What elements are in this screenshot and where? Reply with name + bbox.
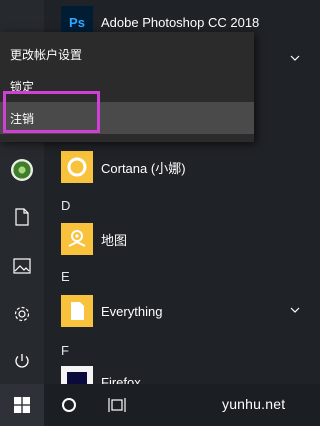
settings-button[interactable] [0,294,44,334]
task-view-button[interactable] [95,384,139,426]
app-firefox[interactable]: Firefox [44,362,320,384]
pictures-button[interactable] [0,246,44,286]
chevron-down-icon[interactable] [290,305,300,315]
avatar [11,159,33,181]
app-name: Firefox [101,375,141,384]
power-icon [15,354,29,368]
everything-tile [61,295,93,327]
section-letter-d[interactable]: D [61,198,70,213]
start-button[interactable] [0,384,44,426]
documents-button[interactable] [0,197,44,237]
cortana-tile [61,151,93,183]
watermark-text: yunhu.net [222,396,286,412]
picture-icon [13,258,31,274]
app-name: Adobe Photoshop CC 2018 [101,14,260,30]
photoshop-tile-text: Ps [69,14,85,30]
task-view-icon [108,398,126,412]
firefox-icon [67,372,87,384]
power-button[interactable] [0,341,44,381]
app-name: 地图 [101,232,128,248]
app-cortana[interactable]: Cortana (小娜) [44,147,320,187]
cortana-search-button[interactable] [47,384,91,426]
section-letter-f[interactable]: F [61,343,69,358]
menu-item-label: 更改帐户设置 [10,47,83,62]
folder-icon [71,302,84,320]
cortana-icon [67,157,87,177]
app-name: Everything [101,303,163,319]
app-everything[interactable]: Everything [44,291,320,331]
section-letter-e[interactable]: E [61,269,70,284]
app-maps[interactable]: 地图 [44,219,320,259]
chevron-down-icon[interactable] [290,53,300,63]
annotation-highlight-box [3,91,100,133]
windows-logo-icon [14,397,30,413]
cortana-circle-icon [62,398,76,412]
menu-item-change-account-settings[interactable]: 更改帐户设置 [0,38,254,70]
user-avatar-button[interactable] [0,150,44,190]
firefox-tile [61,366,93,384]
document-icon [15,208,29,226]
maps-tile [61,223,93,255]
start-menu: Ps Adobe Photoshop CC 2018 Cortana (小娜) … [0,0,320,384]
app-name: Cortana (小娜) [101,160,186,176]
maps-icon [68,230,86,247]
gear-icon [14,306,30,322]
